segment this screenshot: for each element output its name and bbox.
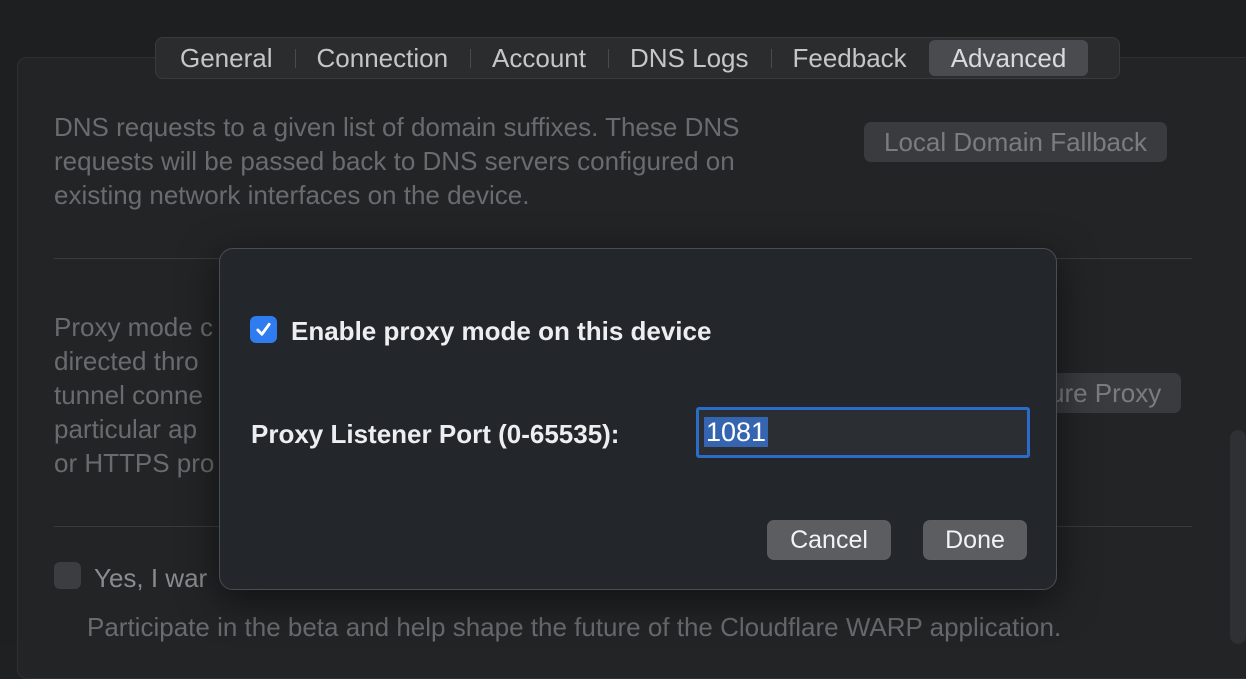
app-window: General Connection Account DNS Logs Feed… [0, 0, 1246, 679]
proxy-port-input[interactable]: 1081 [696, 407, 1030, 458]
tab-advanced[interactable]: Advanced [928, 40, 1089, 76]
cancel-button[interactable]: Cancel [767, 520, 891, 560]
proxy-description-line-4: particular ap [54, 414, 198, 444]
tab-account[interactable]: Account [470, 40, 608, 76]
proxy-description-line-2: directed thro [54, 346, 199, 376]
port-value: 1081 [704, 417, 769, 447]
beta-description: Participate in the beta and help shape t… [87, 612, 1062, 642]
port-label: Proxy Listener Port (0-65535): [251, 419, 620, 449]
local-domain-fallback-button[interactable]: Local Domain Fallback [864, 122, 1168, 162]
tab-general[interactable]: General [158, 40, 295, 76]
proxy-settings-dialog: Enable proxy mode on this device Proxy L… [219, 248, 1057, 590]
dns-fallback-description-line-2: requests will be passed back to DNS serv… [54, 146, 735, 176]
beta-checkbox-label: Yes, I war [94, 563, 208, 593]
beta-checkbox[interactable] [54, 562, 81, 589]
enable-proxy-checkbox[interactable] [250, 316, 277, 343]
tab-dns-logs[interactable]: DNS Logs [608, 40, 771, 76]
proxy-description-line-3: tunnel conne [54, 380, 203, 410]
done-button[interactable]: Done [923, 520, 1027, 560]
dns-fallback-description-line-1: DNS requests to a given list of domain s… [54, 112, 740, 142]
enable-proxy-label: Enable proxy mode on this device [291, 316, 712, 346]
scrollbar[interactable] [1230, 430, 1246, 644]
dns-fallback-description-line-3: existing network interfaces on the devic… [54, 180, 530, 210]
proxy-description-line-5: or HTTPS pro [54, 448, 215, 478]
preferences-tab-bar: General Connection Account DNS Logs Feed… [155, 37, 1120, 79]
proxy-description-line-1: Proxy mode c [54, 312, 213, 342]
checkmark-icon [256, 322, 271, 336]
tab-feedback[interactable]: Feedback [770, 40, 929, 76]
tab-connection[interactable]: Connection [294, 40, 471, 76]
